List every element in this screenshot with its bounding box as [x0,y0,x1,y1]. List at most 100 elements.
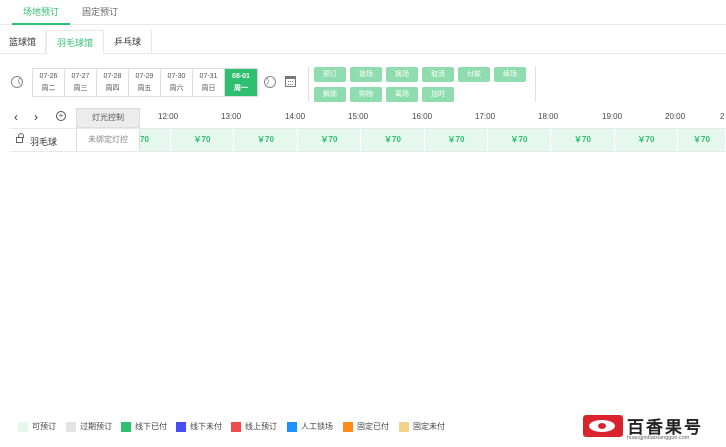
book-button[interactable]: 预订 [314,67,346,82]
time-label: 14:00 [285,112,306,121]
time-slot[interactable]: 70 [140,129,171,151]
date-label: 07-26 [39,73,58,80]
chevron-right-icon[interactable]: › [34,110,38,124]
weekday-label: 周六 [169,85,184,92]
date-next-icon[interactable]: 〉 [264,76,276,88]
leave-button[interactable]: 离场 [386,87,418,102]
date-strip: 07-26 周二 07-27 周三 07-28 周四 07-29 周五 07-30 周六 … [32,68,258,97]
lock-court-button[interactable]: 锁场 [350,67,382,82]
legend-swatch [287,421,297,432]
legend-label: 固定未付 [413,422,445,431]
legend-label: 线下未付 [190,422,222,431]
tab-table-tennis[interactable]: 乒乓球 [104,30,152,54]
zoom-icon[interactable]: + [56,111,66,121]
unlock-button[interactable]: 解锁 [314,87,346,102]
legend-swatch [343,421,353,432]
legend-swatch [66,421,76,432]
legend-item: 过期预订 [66,421,112,433]
legend-item: 可预订 [18,421,56,433]
date-item[interactable]: 07-28 周四 [97,69,129,96]
weekday-label: 周五 [137,85,152,92]
time-slot[interactable]: ￥70 [488,129,551,151]
time-slot[interactable]: ￥70 [361,129,425,151]
time-label: 16:00 [412,112,433,121]
time-slot[interactable]: ￥70 [171,129,234,151]
time-slot[interactable]: ￥70 [551,129,615,151]
date-item[interactable]: 07-27 周三 [65,69,97,96]
legend-item: 固定已付 [343,421,389,433]
time-slot[interactable]: ￥70 [678,129,726,151]
date-item[interactable]: 07-30 周六 [161,69,193,96]
time-slot[interactable]: ￥70 [615,129,678,151]
date-prev-icon[interactable]: 〈 [11,76,23,88]
legend-swatch [399,421,409,432]
legend-label: 固定已付 [357,422,389,431]
date-label: 07-31 [199,73,218,80]
date-item[interactable]: 07-31 周日 [193,69,225,96]
time-slot[interactable]: ￥70 [298,129,361,151]
legend-swatch [18,421,28,432]
time-label: 19:00 [602,112,623,121]
unlock-icon[interactable] [16,133,24,143]
extend-button[interactable]: 续场 [494,67,526,82]
venue-tab-bar: 篮球馆 羽毛球馆 乒乓球 [0,30,726,54]
legend-label: 可预订 [32,422,56,431]
light-control-button[interactable]: 灯光控制 [76,108,140,128]
legend-label: 人工锁场 [301,422,333,431]
time-label: 15:00 [348,112,369,121]
legend-item: 线上预订 [231,421,277,433]
legend-label: 线下已付 [135,422,167,431]
light-status: 未绑定灯控 [76,129,140,151]
date-item-selected[interactable]: 08-01 周一 [225,69,257,96]
legend-item: 线下未付 [176,421,222,433]
date-label: 07-29 [135,73,154,80]
time-label: 13:00 [221,112,242,121]
top-tab-bar: 场地预订 固定预订 [0,0,726,25]
court-row: 羽毛球 未绑定灯控 70 ￥70 ￥70 ￥70 ￥70 ￥70 ￥70 ￥70… [10,128,726,152]
change-court-button[interactable]: 换场 [386,67,418,82]
legend-item: 线下已付 [121,421,167,433]
tab-basketball[interactable]: 篮球馆 [0,30,46,54]
watermark-logo: 百香果号 huangjinbaixiangguo.com [583,413,721,443]
weekday-label: 周日 [201,85,216,92]
divider [535,66,536,102]
weekday-label: 周三 [73,85,88,92]
tab-fixed-booking[interactable]: 固定预订 [76,0,124,25]
time-slot[interactable]: ￥70 [425,129,488,151]
legend-label: 过期预订 [80,422,112,431]
cancel-button[interactable]: 取消 [422,67,454,82]
time-label: 17:00 [475,112,496,121]
time-label: 18:00 [538,112,559,121]
time-slot[interactable]: ￥70 [234,129,298,151]
time-label: 2 [720,112,725,121]
date-label: 08-01 [232,73,250,80]
tab-venue-booking[interactable]: 场地预订 [12,0,70,25]
calendar-icon[interactable] [285,76,296,87]
legend-item: 人工锁场 [287,421,333,433]
legend-label: 线上预订 [245,422,277,431]
legend-swatch [176,421,186,432]
brand-icon [583,415,623,437]
date-label: 07-28 [103,73,122,80]
chevron-left-icon[interactable]: ‹ [14,110,18,124]
watermark-url: huangjinbaixiangguo.com [627,435,690,441]
court-name: 羽毛球 [30,137,58,147]
shopping-button[interactable]: 购物 [350,87,382,102]
date-item[interactable]: 07-29 周五 [129,69,161,96]
weekday-label: 周二 [41,85,56,92]
legend-swatch [231,421,241,432]
schedule-header: ‹ › + 灯光控制 12:00 13:00 14:00 15:00 16:00… [10,108,726,128]
divider [308,66,309,102]
overtime-button[interactable]: 加时 [422,87,454,102]
pay-button[interactable]: 付款 [458,67,490,82]
date-label: 07-27 [71,73,90,80]
weekday-label: 周四 [105,85,120,92]
date-item[interactable]: 07-26 周二 [33,69,65,96]
tab-badminton[interactable]: 羽毛球馆 [46,30,104,54]
legend-item: 固定未付 [399,421,445,433]
weekday-label: 周一 [234,85,248,92]
legend-swatch [121,421,131,432]
time-label: 20:00 [665,112,686,121]
date-label: 07-30 [167,73,186,80]
time-label: 12:00 [158,112,179,121]
